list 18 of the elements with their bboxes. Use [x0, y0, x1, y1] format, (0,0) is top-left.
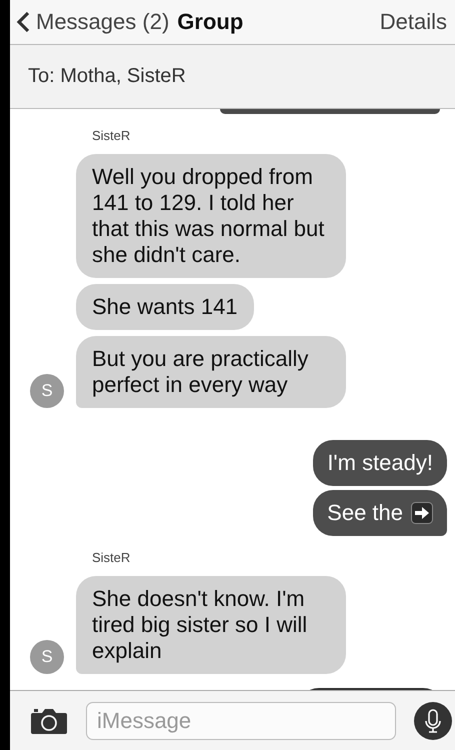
message-bubble: See the	[313, 490, 447, 536]
microphone-button[interactable]	[414, 702, 452, 740]
back-button[interactable]: Messages (2)	[16, 9, 170, 35]
sender-name: SisteR	[92, 550, 132, 565]
message-input[interactable]: iMessage	[86, 702, 396, 740]
message-bubble: Well you dropped from 141 to 129. I told her that this was normal but she didn't care.	[76, 154, 346, 278]
microphone-icon	[414, 702, 452, 740]
message-bubble: She wants 141	[76, 284, 254, 330]
details-button[interactable]: Details	[380, 9, 447, 35]
message-bubble: She doesn't know. I'm tired big sister so I will explain	[76, 576, 346, 674]
conversation-title: Group	[177, 9, 244, 35]
message-bubble: But you are practically perfect in every way	[76, 336, 346, 408]
chevron-left-icon	[16, 11, 30, 33]
camera-icon	[30, 706, 68, 734]
camera-button[interactable]	[30, 706, 68, 734]
message-bubble: I'm steady!	[313, 440, 447, 486]
sender-name: SisteR	[92, 128, 132, 143]
recipients-field[interactable]: To: Motha, SisteR	[28, 65, 186, 88]
